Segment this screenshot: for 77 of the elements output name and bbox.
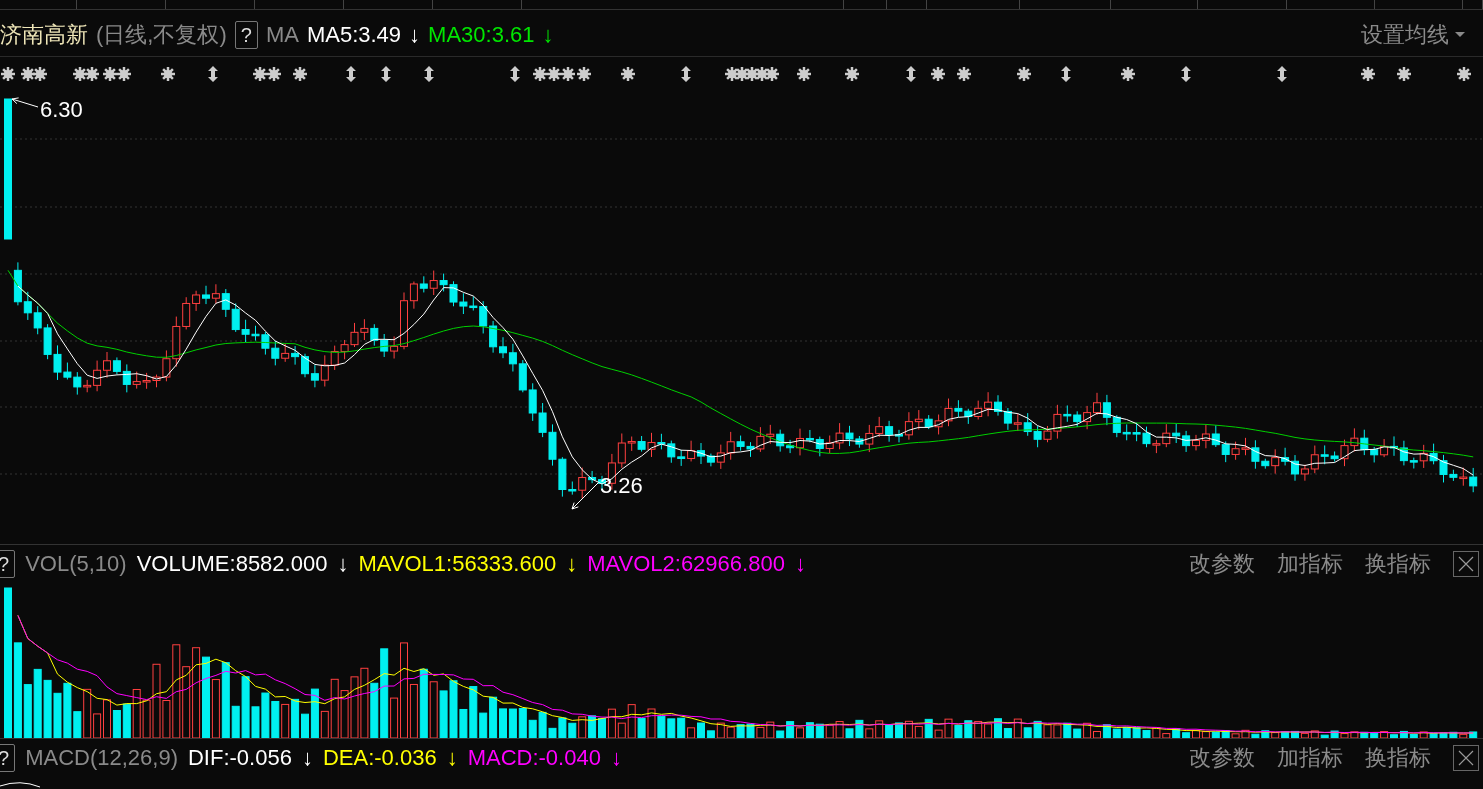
asterisk-icon[interactable] — [930, 65, 946, 82]
up-down-arrow-icon[interactable] — [510, 65, 520, 82]
asterisk-icon[interactable] — [32, 65, 48, 82]
asterisk-icon[interactable] — [1360, 65, 1376, 82]
indicator-value: MAVOL2:62966.800 — [587, 551, 785, 577]
asterisk-icon[interactable] — [844, 65, 860, 82]
asterisk-icon[interactable] — [20, 65, 36, 82]
up-down-arrow-icon[interactable] — [1061, 65, 1071, 82]
asterisk-icon[interactable] — [764, 65, 780, 82]
asterisk-icon[interactable] — [724, 65, 740, 82]
trend-arrow: ↓ — [566, 551, 578, 577]
asterisk-icon[interactable] — [1396, 65, 1412, 82]
trend-arrow: ↓ — [409, 21, 421, 48]
asterisk-icon[interactable] — [576, 65, 592, 82]
indicator-name: VOL(5,10) — [25, 551, 127, 577]
asterisk-icon[interactable] — [620, 65, 636, 82]
asterisk-icon[interactable] — [266, 65, 282, 82]
asterisk-icon[interactable] — [734, 65, 750, 82]
asterisk-icon[interactable] — [102, 65, 118, 82]
leader-line — [11, 97, 39, 108]
trend-arrow: ↓ — [446, 745, 458, 771]
up-down-arrow-icon[interactable] — [906, 65, 916, 82]
up-down-arrow-icon[interactable] — [1181, 65, 1191, 82]
trend-arrow: ↓ — [337, 551, 349, 577]
price-label: 6.30 — [40, 97, 83, 122]
asterisk-icon[interactable] — [252, 65, 268, 82]
up-down-arrow-icon[interactable] — [381, 65, 391, 82]
indicator-value: DIF:-0.056 — [187, 745, 292, 771]
asterisk-icon[interactable] — [744, 65, 760, 82]
macd-line — [0, 782, 41, 788]
indicator-value: MA5:3.49 — [306, 21, 402, 48]
up-down-arrow-icon[interactable] — [346, 65, 356, 82]
price-label: 3.26 — [600, 473, 643, 498]
asterisk-icon[interactable] — [160, 65, 176, 82]
panel-action[interactable]: 加指标 — [1271, 549, 1349, 579]
panel-action[interactable]: 加指标 — [1271, 743, 1349, 773]
caret-icon — [1455, 32, 1465, 38]
up-down-arrow-icon[interactable] — [1277, 65, 1287, 82]
asterisk-icon[interactable] — [72, 65, 88, 82]
trend-arrow: ↓ — [610, 745, 622, 771]
panel-action[interactable]: 改参数 — [1183, 549, 1261, 579]
asterisk-icon[interactable] — [796, 65, 812, 82]
up-down-arrow-icon[interactable] — [208, 65, 218, 82]
up-down-arrow-icon[interactable] — [681, 65, 691, 82]
trend-arrow: ↓ — [794, 551, 806, 577]
asterisk-icon[interactable] — [532, 65, 548, 82]
panel-action[interactable]: 换指标 — [1359, 549, 1437, 579]
close-button[interactable] — [1453, 745, 1479, 771]
indicator-value: MAVOL1:56333.600 — [358, 551, 557, 577]
close-button[interactable] — [1453, 551, 1479, 577]
asterisk-icon[interactable] — [754, 65, 770, 82]
asterisk-icon[interactable] — [0, 65, 16, 82]
stock-name: 济南高新 — [0, 20, 88, 49]
leader-line — [571, 482, 599, 510]
asterisk-icon[interactable] — [956, 65, 972, 82]
asterisk-icon[interactable] — [546, 65, 562, 82]
indicator-value: VOLUME:8582.000 — [136, 551, 328, 577]
asterisk-icon[interactable] — [1456, 65, 1472, 82]
indicator-value: DEA:-0.036 — [322, 745, 437, 771]
indicator-value: MACD:-0.040 — [467, 745, 601, 771]
asterisk-icon[interactable] — [292, 65, 308, 82]
asterisk-icon[interactable] — [116, 65, 132, 82]
indicator-value: MA30:3.61 — [428, 21, 535, 48]
indicator-name: MA — [265, 21, 299, 48]
indicator-name: MACD(12,26,9) — [25, 745, 178, 771]
panel-action[interactable]: 换指标 — [1359, 743, 1437, 773]
asterisk-icon[interactable] — [560, 65, 576, 82]
moving-average-dropdown[interactable]: 设置均线 — [1361, 19, 1465, 50]
asterisk-icon[interactable] — [84, 65, 100, 82]
chart-period: (日线,不复权) — [96, 20, 227, 49]
panel-action[interactable]: 改参数 — [1183, 743, 1261, 773]
trend-arrow: ↓ — [301, 745, 313, 771]
help-button[interactable]: ? — [234, 20, 258, 49]
trend-arrow: ↓ — [542, 21, 554, 48]
up-down-arrow-icon[interactable] — [424, 65, 434, 82]
asterisk-icon[interactable] — [1120, 65, 1136, 82]
asterisk-icon[interactable] — [1016, 65, 1032, 82]
